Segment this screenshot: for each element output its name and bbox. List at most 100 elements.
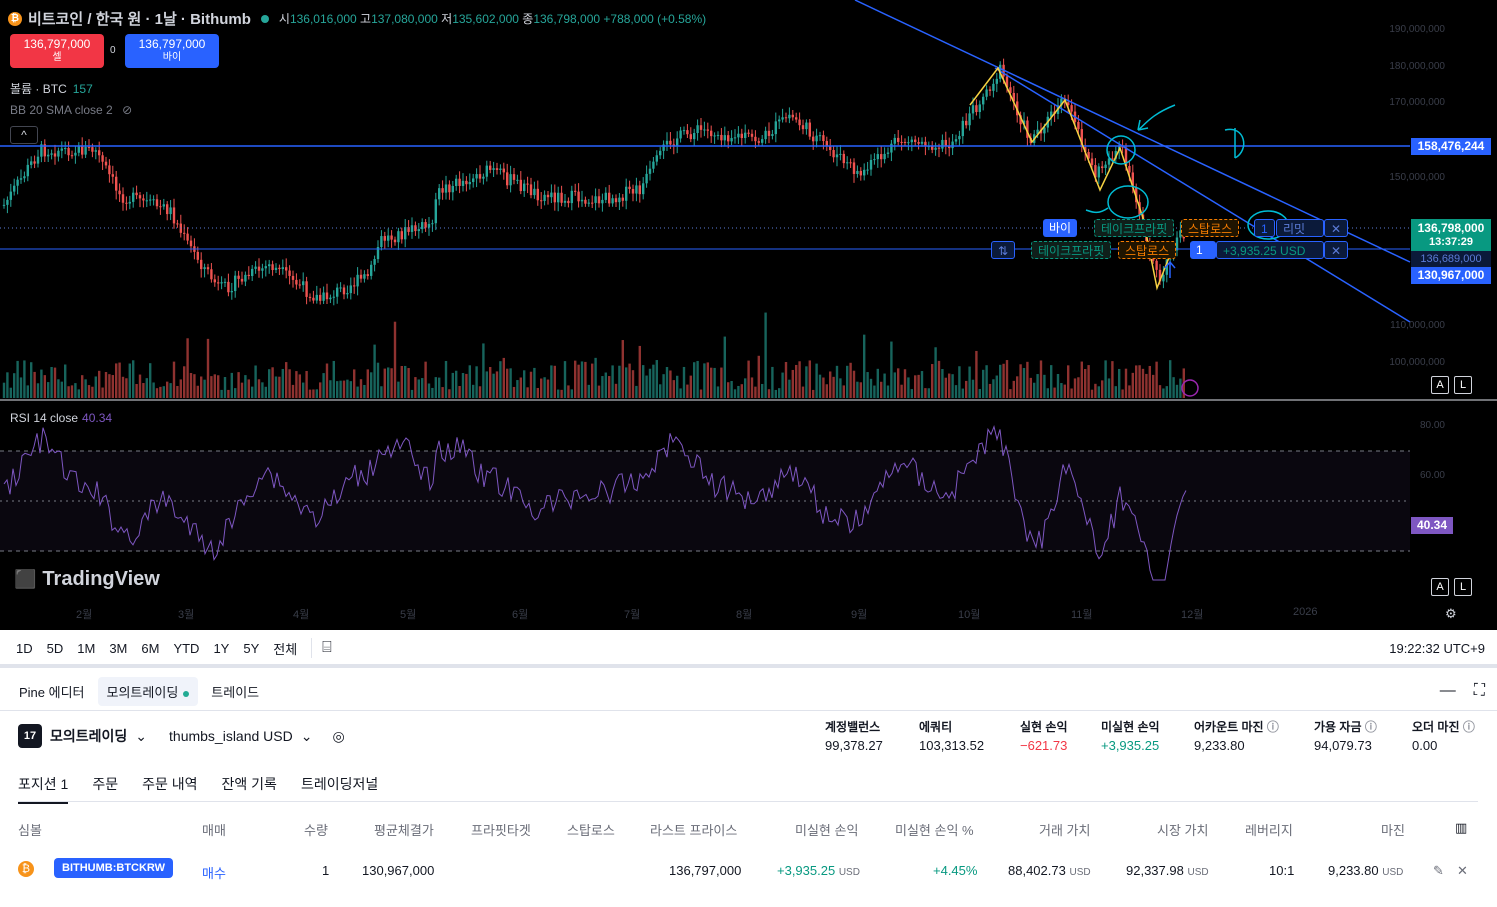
limit-order-tag[interactable]: 리밋 <box>1276 219 1324 237</box>
tab-balance-history[interactable]: 잔액 기록 <box>222 774 277 804</box>
candle <box>832 150 835 158</box>
info-icon[interactable]: ⓘ <box>1267 720 1279 734</box>
period-1y[interactable]: 1Y <box>213 641 229 656</box>
take-profit-tag[interactable]: 테이크프라핏 <box>1094 219 1175 237</box>
volume-bar <box>665 367 669 398</box>
sell-button[interactable]: 136,797,000 셀 <box>10 34 104 68</box>
buy-order-tag[interactable]: 바이 <box>1043 219 1078 237</box>
tab-pine-editor[interactable]: Pine 에디터 <box>10 677 94 706</box>
auto-scale-button[interactable]: A <box>1431 376 1449 394</box>
candle <box>380 236 383 248</box>
tab-order-history[interactable]: 주문 내역 <box>142 774 197 804</box>
log-scale-button[interactable]: L <box>1454 376 1472 394</box>
candle <box>196 251 199 260</box>
period-3m[interactable]: 3M <box>109 641 127 656</box>
broker-selector[interactable]: 모의트레이딩 <box>50 726 127 746</box>
chart-area[interactable]: ₿ 비트코인 / 한국 원 · 1날 · Bithumb 시136,016,00… <box>0 0 1497 630</box>
tab-trade[interactable]: 트레이드 <box>202 677 268 706</box>
volume-indicator-label[interactable]: 볼륨 · BTC 157 <box>10 80 93 97</box>
volume-bar <box>359 379 363 398</box>
volume-bar <box>601 376 604 398</box>
date-range-calendar-icon[interactable]: ⌸ <box>322 639 332 657</box>
candle <box>19 178 23 180</box>
volume-bar <box>1067 365 1070 398</box>
rsi-auto-scale-button[interactable]: A <box>1431 578 1449 596</box>
col-symbol[interactable]: 심볼 <box>18 820 42 839</box>
col-last-price[interactable]: 라스트 프라이스 <box>650 820 737 839</box>
chevron-down-icon[interactable]: ⌄ <box>301 728 313 745</box>
stop-loss-tag[interactable]: 스탑로스 <box>1118 241 1177 259</box>
account-settings-icon[interactable]: ◎ <box>332 728 344 745</box>
volume-bar <box>740 384 743 398</box>
close-position-icon[interactable]: ✕ <box>1324 241 1349 259</box>
period-ytd[interactable]: YTD <box>173 641 199 656</box>
symbol-badge[interactable]: BITHUMB:BTCKRW <box>54 858 174 878</box>
col-side[interactable]: 매매 <box>202 820 226 839</box>
volume-bar <box>268 369 271 398</box>
col-unrealized-pnl-pct[interactable]: 미실현 손익 % <box>895 820 974 839</box>
stop-loss-tag[interactable]: 스탑로스 <box>1181 219 1240 237</box>
eye-hidden-icon[interactable]: ⊘ <box>122 103 132 117</box>
candle <box>880 154 883 160</box>
col-trade-value[interactable]: 거래 가치 <box>1039 820 1090 839</box>
minimize-icon[interactable]: — <box>1440 682 1456 700</box>
col-unrealized-pnl[interactable]: 미실현 손익 <box>795 820 858 839</box>
col-avg-price[interactable]: 평균체결가 <box>374 820 434 839</box>
volume-bar <box>1009 389 1012 398</box>
settings-gear-icon[interactable]: ⚙ <box>1445 606 1457 622</box>
info-icon[interactable]: ⓘ <box>1463 720 1475 734</box>
info-icon[interactable]: ⓘ <box>1365 720 1377 734</box>
cancel-order-icon[interactable]: ✕ <box>1324 219 1349 237</box>
period-1d[interactable]: 1D <box>16 641 33 656</box>
account-selector[interactable]: thumbs_island USD <box>169 728 293 744</box>
volume-bar <box>917 374 920 398</box>
volume-bar <box>958 366 961 398</box>
col-qty[interactable]: 수량 <box>304 820 328 839</box>
candle <box>206 267 210 270</box>
volume-bar <box>1070 388 1073 398</box>
clock[interactable]: 19:22:32 UTC+9 <box>1389 641 1485 656</box>
rsi-log-scale-button[interactable]: L <box>1454 578 1472 596</box>
col-take-profit[interactable]: 프라핏타겟 <box>471 820 531 839</box>
rsi-indicator-label[interactable]: RSI 14 close 40.34 <box>10 411 112 425</box>
stat-order-margin: 오더 마진 ⓘ 0.00 <box>1412 720 1475 753</box>
period-1m[interactable]: 1M <box>77 641 95 656</box>
tradingview-logo[interactable]: ⬛ TradingView <box>14 568 160 591</box>
buy-button[interactable]: 136,797,000 바이 <box>125 34 219 68</box>
period-5y[interactable]: 5Y <box>243 641 259 656</box>
tab-trading-journal[interactable]: 트레이딩저널 <box>301 774 378 804</box>
edit-icon[interactable]: ✎ <box>1433 863 1444 879</box>
col-leverage[interactable]: 레버리지 <box>1245 820 1293 839</box>
candle <box>217 282 220 284</box>
month-tick: 6월 <box>512 609 529 621</box>
collapse-indicators-button[interactable]: ^ <box>10 126 38 144</box>
period-6m[interactable]: 6M <box>141 641 159 656</box>
candle <box>798 119 801 126</box>
take-profit-tag[interactable]: 테이크프라핏 <box>1031 241 1112 259</box>
volume-bar <box>162 386 165 398</box>
col-market-value[interactable]: 시장 가치 <box>1157 820 1208 839</box>
col-margin[interactable]: 마진 <box>1381 820 1405 839</box>
order-qty[interactable]: 1 <box>1254 219 1275 237</box>
candle <box>812 136 815 142</box>
symbol-title[interactable]: 비트코인 / 한국 원 · 1날 · Bithumb <box>28 8 251 29</box>
chevron-down-icon[interactable]: ⌄ <box>135 728 147 745</box>
candle <box>468 181 471 185</box>
tab-positions[interactable]: 포지션 1 <box>18 774 69 804</box>
volume-bar <box>353 369 356 398</box>
column-settings-icon[interactable]: ▥ <box>1455 820 1467 836</box>
bb-indicator-label[interactable]: BB 20 SMA close 2 ⊘ <box>10 103 132 117</box>
maximize-icon[interactable]: ⛶ <box>1474 682 1485 700</box>
close-position-icon[interactable]: ✕ <box>1457 863 1468 879</box>
tab-orders[interactable]: 주문 <box>92 774 118 804</box>
col-stop-loss[interactable]: 스탑로스 <box>567 820 615 839</box>
volume-bar <box>546 379 550 398</box>
period-5d[interactable]: 5D <box>47 641 64 656</box>
price-chart-canvas[interactable] <box>0 0 1497 630</box>
candle <box>60 148 63 151</box>
tab-paper-trading[interactable]: 모의트레이딩 <box>97 677 199 706</box>
volume-bar <box>315 389 318 398</box>
period-all[interactable]: 전체 <box>273 639 297 658</box>
position-qty[interactable]: 1 <box>1190 241 1216 259</box>
reverse-position-icon[interactable]: ⇅ <box>991 241 1016 259</box>
